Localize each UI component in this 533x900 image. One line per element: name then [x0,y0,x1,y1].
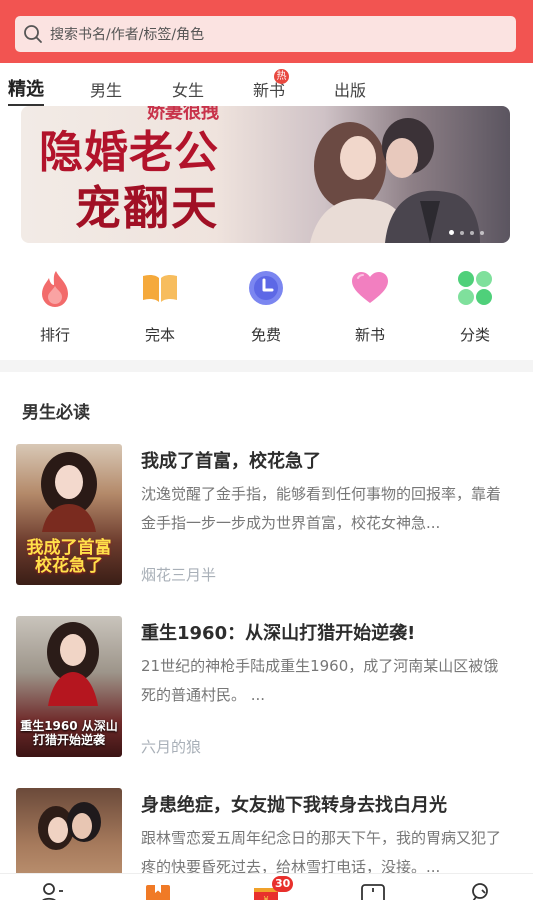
carousel-indicator [449,230,484,235]
book-cover-title: 我成了首富校花急了 [26,538,112,576]
book-cover-title: 重生1960 从深山打猎开始逆袭 [20,719,118,747]
book-title[interactable]: 我成了首富，校花急了 [141,447,321,473]
search-placeholder: 搜索书名/作者/标签/角色 [50,27,205,43]
flame-icon [42,271,68,307]
search-input[interactable]: 搜索书名/作者/标签/角色 [15,16,516,52]
quick-link-ranking[interactable]: 排行 [20,262,90,345]
carousel-dot [460,230,464,235]
cover-illustration [47,622,99,706]
quick-link-new-books[interactable]: 新书 [335,262,405,345]
tab-male[interactable]: 男生 [90,77,122,101]
book-cover[interactable]: 我成了首富校花急了 [16,444,122,585]
svg-text:¥: ¥ [263,895,268,900]
book-title[interactable]: 身患绝症，女友抛下我转身去找白月光 [141,791,447,817]
quick-link-label: 排行 [39,326,70,344]
cover-illustration [41,452,97,532]
quick-links: 排行 完本 免费 新书 分类 [0,262,533,352]
carousel-dot [480,230,484,235]
tab-published[interactable]: 出版 [334,77,366,101]
clover-icon [458,271,492,305]
cover-illustration [38,802,101,850]
quick-link-completed[interactable]: 完本 [125,262,195,345]
banner-couple-illustration [310,118,480,243]
book-description: 21世纪的神枪手陆成重生1960，成了河南某山区被饿死的普通村民。 ... [141,657,499,704]
book-cover[interactable]: 重生1960 从深山打猎开始逆袭 [16,616,122,757]
search-icon [24,25,42,43]
shop-bag-icon[interactable] [360,882,386,900]
open-book-icon [143,274,177,302]
carousel-dot [470,230,474,235]
quick-link-label: 新书 [354,326,385,344]
quick-link-label: 完本 [144,326,175,344]
quick-link-free[interactable]: 免费 [231,262,301,345]
book-author[interactable]: 烟花三月半 [141,564,216,585]
gift-badge: 30 [272,876,294,892]
book-item[interactable]: 重生1960 从深山打猎开始逆袭 重生1960：从深山打猎开始逆袭! 21世纪的… [0,616,533,766]
book-item[interactable]: 我成了首富校花急了 我成了首富，校花急了 沈逸觉醒了金手指，能够看到任何事物的回… [0,444,533,594]
banner-carousel[interactable]: 娇妻很拽 隐婚老公 宠翻天 [21,106,510,243]
tab-female[interactable]: 女生 [172,77,204,101]
quick-link-categories[interactable]: 分类 [440,262,510,345]
profile-card-icon[interactable] [38,882,64,900]
clock-icon [249,271,283,305]
bookshelf-icon[interactable] [145,882,171,900]
user-icon[interactable] [467,882,493,900]
section-title: 男生必读 [22,403,90,423]
section-divider [0,360,533,372]
category-tabs: 精选 男生 女生 新书 热 出版 [0,63,533,106]
banner-title-line2: 宠翻天 [75,181,219,235]
hot-badge: 热 [274,69,289,84]
heart-icon [352,272,388,303]
quick-link-label: 免费 [250,326,281,344]
quick-link-label: 分类 [459,326,490,344]
banner-title-line1: 隐婚老公 [39,127,219,178]
book-author[interactable]: 六月的狼 [141,736,201,757]
book-title[interactable]: 重生1960：从深山打猎开始逆袭! [141,619,415,645]
tab-featured[interactable]: 精选 [8,75,44,106]
top-bar: 搜索书名/作者/标签/角色 [0,0,533,63]
carousel-dot-active [449,230,454,235]
book-description: 沈逸觉醒了金手指，能够看到任何事物的回报率，靠着金手指一步一步成为世界首富，校花… [141,485,502,532]
bottom-nav: ¥ [0,873,533,900]
